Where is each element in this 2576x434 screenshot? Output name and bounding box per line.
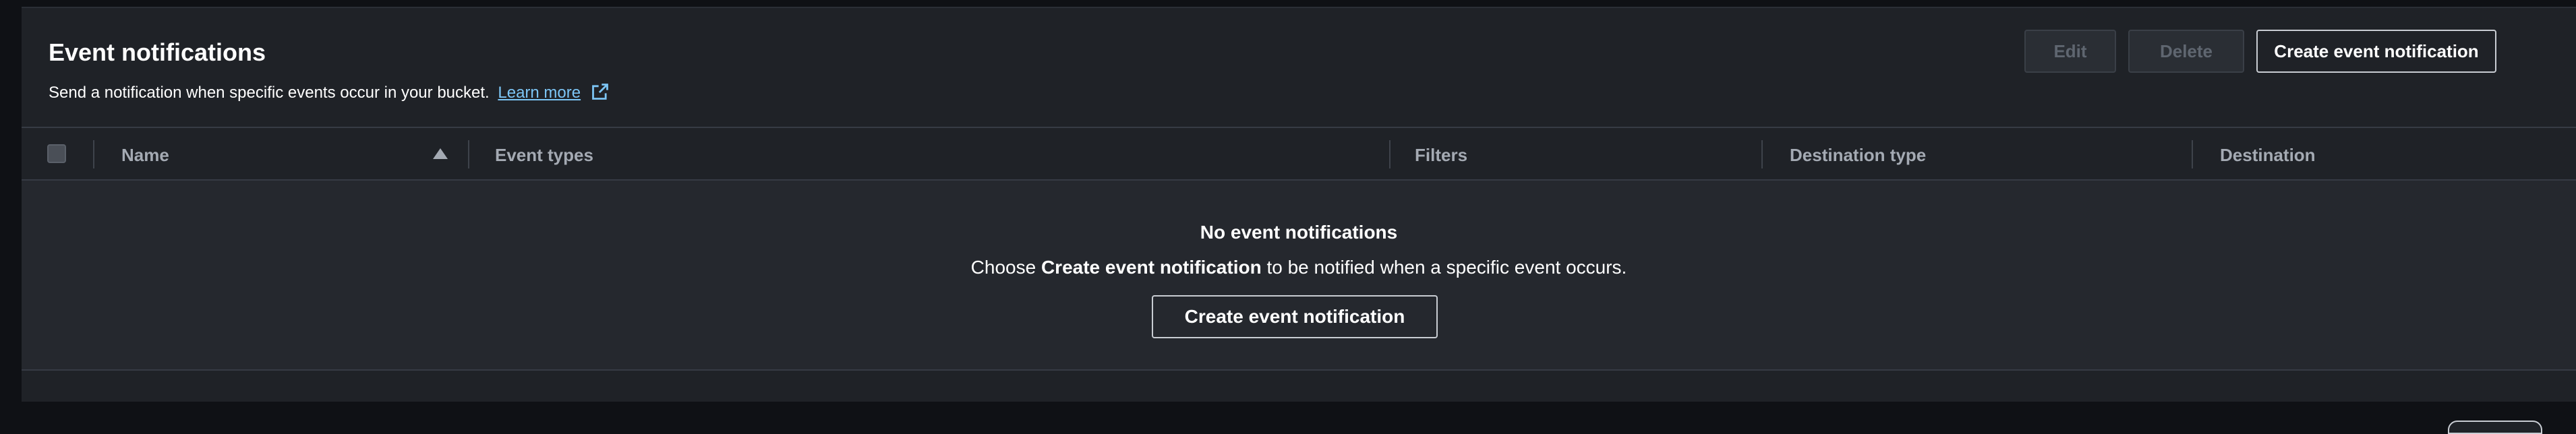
column-divider — [1761, 140, 1763, 168]
column-divider — [1389, 140, 1391, 168]
partial-bottom-button[interactable] — [2448, 421, 2542, 434]
column-header-destination-type[interactable]: Destination type — [1790, 144, 1926, 166]
empty-state: No event notifications Choose Create eve… — [22, 181, 2576, 371]
sort-ascending-icon[interactable] — [433, 148, 448, 159]
event-notifications-panel: Event notifications Send a notification … — [22, 7, 2576, 418]
empty-state-title: No event notifications — [1200, 222, 1398, 243]
column-divider — [93, 140, 94, 168]
table-footer — [22, 372, 2576, 403]
empty-state-text: Choose Create event notification to be n… — [22, 256, 2576, 279]
empty-text-suffix: to be notified when a specific event occ… — [1266, 257, 1627, 278]
empty-text-bold: Create event notification — [1041, 257, 1262, 278]
select-all-checkbox[interactable] — [47, 144, 66, 163]
empty-create-event-notification-button[interactable]: Create event notification — [1152, 295, 1438, 338]
edit-button[interactable]: Edit — [2024, 30, 2116, 73]
page-bottom — [22, 402, 2576, 426]
page-title: Event notifications — [49, 38, 266, 66]
section-description: Send a notification when specific events… — [49, 82, 610, 103]
empty-text-prefix: Choose — [970, 257, 1036, 278]
learn-more-link[interactable]: Learn more — [498, 84, 581, 102]
column-header-filters[interactable]: Filters — [1415, 144, 1467, 166]
column-divider — [468, 140, 469, 168]
delete-button[interactable]: Delete — [2128, 30, 2244, 73]
description-text: Send a notification when specific events… — [49, 84, 490, 102]
create-event-notification-button[interactable]: Create event notification — [2256, 30, 2496, 73]
column-divider — [2192, 140, 2193, 168]
panel-header: Event notifications Send a notification … — [22, 8, 2576, 128]
column-header-name[interactable]: Name — [121, 144, 169, 166]
external-link-icon[interactable] — [591, 82, 610, 101]
table-header: Name Event types Filters Destination typ… — [22, 128, 2576, 181]
column-header-destination[interactable]: Destination — [2220, 144, 2316, 166]
column-header-event-types[interactable]: Event types — [495, 144, 593, 166]
